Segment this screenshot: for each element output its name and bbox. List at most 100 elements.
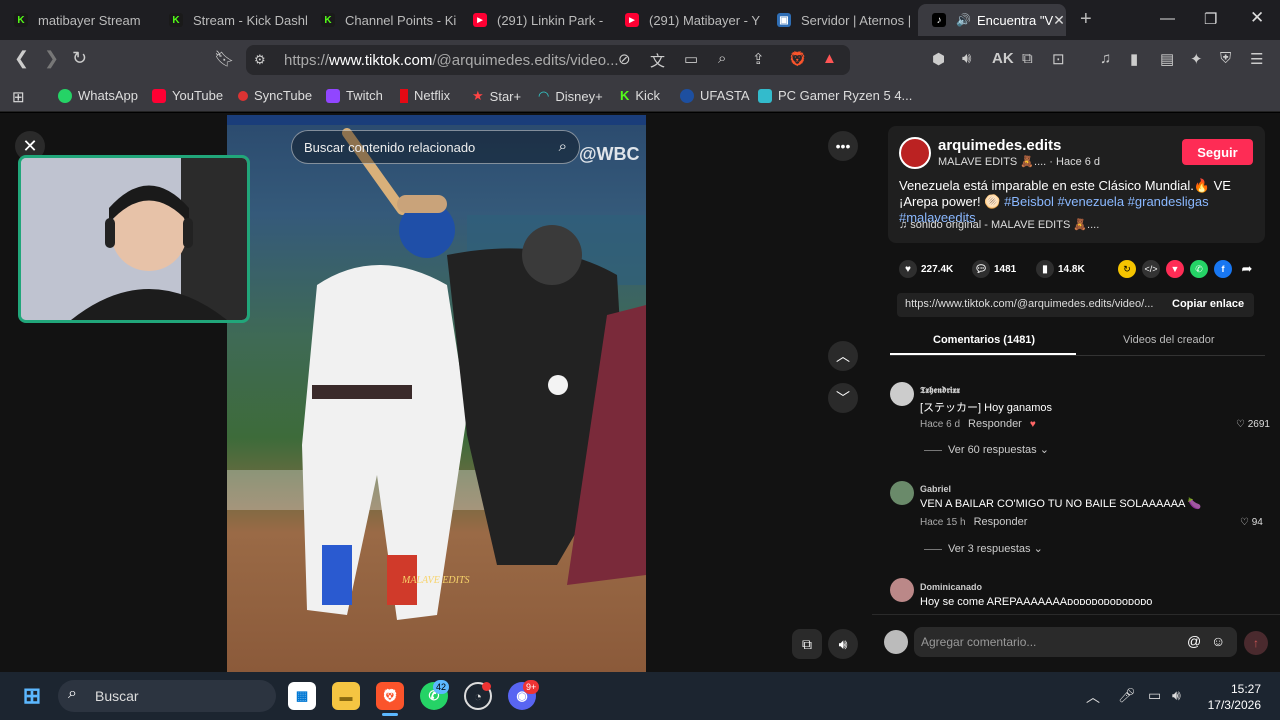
bookmark-icon[interactable]: 🔖︎	[214, 49, 234, 69]
tab-channel-points[interactable]: K Channel Points - Ki	[307, 4, 459, 36]
close-tab-icon[interactable]: ✕	[1053, 12, 1065, 29]
bookmark-twitch[interactable]: Twitch	[326, 88, 383, 103]
tab-creator-videos[interactable]: Videos del creador	[1123, 334, 1215, 346]
video-player[interactable]: MALAVE EDITS @WBC	[227, 115, 646, 672]
menu-icon[interactable]: ☰	[1250, 50, 1263, 68]
file-explorer-icon[interactable]: ▬	[332, 682, 360, 710]
more-options-button[interactable]: •••	[828, 131, 858, 161]
reload-button[interactable]: ↻	[72, 48, 87, 69]
related-search-input[interactable]: Buscar contenido relacionado ⌕	[291, 130, 580, 164]
wallet-icon[interactable]: ▤	[1160, 50, 1174, 68]
maximize-button[interactable]: ❐	[1204, 10, 1217, 28]
save-button[interactable]: ▮ 14.8K	[1036, 260, 1085, 278]
embed-icon[interactable]: </>	[1142, 260, 1160, 278]
send-comment-button[interactable]: ↑	[1244, 631, 1268, 655]
microphone-icon[interactable]: 🎤︎	[1118, 687, 1136, 704]
facebook-share-icon[interactable]: f	[1214, 260, 1232, 278]
system-clock[interactable]: 15:27 17/3/2026	[1204, 681, 1261, 713]
tab-kick-stream[interactable]: Kmatibayer Stream	[0, 4, 155, 36]
zoom-icon[interactable]: ⌕	[718, 50, 726, 67]
start-button[interactable]: ⊞	[18, 682, 46, 710]
comment-author[interactable]: Dominicanado	[920, 582, 982, 592]
send-icon[interactable]: ▼	[1166, 260, 1184, 278]
creator-subtitle: MALAVE EDITS 🧸.... · Hace 6 d	[938, 156, 1101, 168]
tab-kick-dashboard[interactable]: K Stream - Kick Dashb	[155, 4, 307, 36]
back-button[interactable]: ❮	[14, 48, 29, 69]
minimize-button[interactable]: —	[1160, 10, 1175, 27]
comment-avatar[interactable]	[890, 578, 914, 602]
taskbar-search[interactable]: ⌕ Buscar	[58, 680, 276, 712]
whatsapp-share-icon[interactable]: ✆	[1190, 260, 1208, 278]
bookmark-pc-gamer[interactable]: PC Gamer Ryzen 5 4...	[758, 88, 912, 103]
creator-username[interactable]: arquimedes.edits	[938, 137, 1061, 154]
share-icon[interactable]: ⇪	[752, 50, 765, 68]
comment-author[interactable]: Gabriel	[920, 484, 951, 494]
comment-avatar[interactable]	[890, 481, 914, 505]
apps-icon[interactable]: ⊞	[12, 88, 25, 106]
bookmark-synctube[interactable]: SyncTube	[238, 88, 312, 103]
vpn-shield-icon[interactable]: ⛨	[1220, 50, 1231, 67]
view-replies-button[interactable]: Ver 60 respuestas ⌄	[924, 443, 1049, 456]
tab-aternos[interactable]: ▣ Servidor | Aternos |	[763, 4, 915, 36]
view-replies-button[interactable]: Ver 3 respuestas ⌄	[924, 542, 1043, 555]
bookmark-disneyplus[interactable]: ◠ Disney+	[538, 88, 603, 104]
comment-like-button[interactable]: ♡ 94	[1240, 517, 1263, 528]
tab-youtube-linkin[interactable]: ▶ (291) Linkin Park -	[459, 4, 611, 36]
bookmark-kick[interactable]: K Kick	[620, 88, 660, 103]
show-hidden-icons[interactable]: ︿	[1086, 687, 1100, 707]
share-arrow-icon[interactable]: ➦	[1238, 260, 1256, 278]
screenshot-icon[interactable]: ⊡	[1052, 50, 1065, 68]
tab-comments[interactable]: Comentarios (1481)	[933, 334, 1035, 346]
url-text[interactable]: https://www.tiktok.com/@arquimedes.edits…	[284, 52, 619, 69]
repost-icon[interactable]: ↻	[1118, 260, 1136, 278]
leo-ai-icon[interactable]: ✦	[1190, 50, 1203, 68]
copy-link-button[interactable]: Copiar enlace	[1172, 298, 1244, 310]
comment-author[interactable]: 𝕿𝖝𝖍𝖊𝖓𝖉𝖗𝖎𝖝𝖝	[920, 385, 960, 396]
translate-icon[interactable]: 文	[650, 50, 665, 71]
media-icon[interactable]: ♫	[1100, 50, 1111, 67]
whatsapp-badge: 42	[433, 680, 450, 694]
bookmark-whatsapp[interactable]: WhatsApp	[58, 88, 138, 103]
pip-button[interactable]: ⧉	[792, 629, 822, 659]
extensions-icon[interactable]: ⧉	[1022, 50, 1033, 67]
volume-icon[interactable]: 🔊︎	[962, 50, 971, 67]
reply-button[interactable]: Responder	[968, 418, 1022, 430]
search-icon: ⌕	[68, 685, 77, 702]
brave-taskbar-icon[interactable]: 🦁︎	[376, 682, 404, 710]
mute-button[interactable]: 🔊︎	[828, 629, 858, 659]
volume-icon[interactable]: 🔊︎	[1172, 687, 1181, 704]
comment-like-button[interactable]: ♡ 2691	[1236, 419, 1270, 430]
tab-youtube-matibayer[interactable]: ▶ (291) Matibayer - Y	[611, 4, 763, 36]
reply-button[interactable]: Responder	[974, 516, 1028, 528]
brave-rewards-icon[interactable]: ▲	[822, 50, 837, 67]
previous-video-button[interactable]: ︿	[828, 341, 858, 371]
store-icon[interactable]: ▦	[288, 682, 316, 710]
search-icon[interactable]: ⌕	[559, 138, 567, 155]
sidebar-icon[interactable]: ▮	[1130, 50, 1138, 68]
ak-extension-icon[interactable]: AK	[992, 50, 1014, 67]
network-icon[interactable]: ▭	[1148, 687, 1161, 704]
site-info-icon[interactable]: ⚙	[254, 52, 266, 68]
close-window-button[interactable]: ✕	[1250, 8, 1264, 28]
tab-tiktok[interactable]: ♪ 🔊 Encuentra "V ✕	[918, 4, 1066, 36]
like-button[interactable]: ♥ 227.4K	[899, 260, 953, 278]
forward-button[interactable]: ❯	[44, 48, 59, 69]
brave-shields-icon[interactable]: 🦁︎	[788, 50, 807, 68]
no-tracking-icon[interactable]: ⊘	[618, 50, 631, 68]
bookmark-starplus[interactable]: ★ Star+	[472, 88, 521, 104]
new-tab-button[interactable]: +	[1080, 8, 1092, 31]
follow-button[interactable]: Seguir	[1182, 139, 1253, 165]
bookmark-netflix[interactable]: Netflix	[400, 88, 450, 103]
bookmark-ufasta[interactable]: UFASTA	[680, 88, 750, 103]
creator-avatar[interactable]	[899, 137, 931, 169]
comment-input[interactable]: Agregar comentario... @ ☺	[914, 627, 1237, 657]
bookmark-youtube[interactable]: YouTube	[152, 88, 223, 103]
next-video-button[interactable]: ﹀	[828, 383, 858, 413]
comment-avatar[interactable]	[890, 382, 914, 406]
vpn-icon[interactable]: ⬢	[932, 50, 945, 68]
cast-icon[interactable]: ▭	[684, 50, 698, 68]
music-link[interactable]: ♫ sonido original - MALAVE EDITS 🧸....	[899, 218, 1099, 231]
comment-button[interactable]: 💬︎ 1481	[972, 260, 1016, 278]
mention-icon[interactable]: @	[1187, 633, 1201, 649]
emoji-icon[interactable]: ☺	[1211, 633, 1225, 649]
